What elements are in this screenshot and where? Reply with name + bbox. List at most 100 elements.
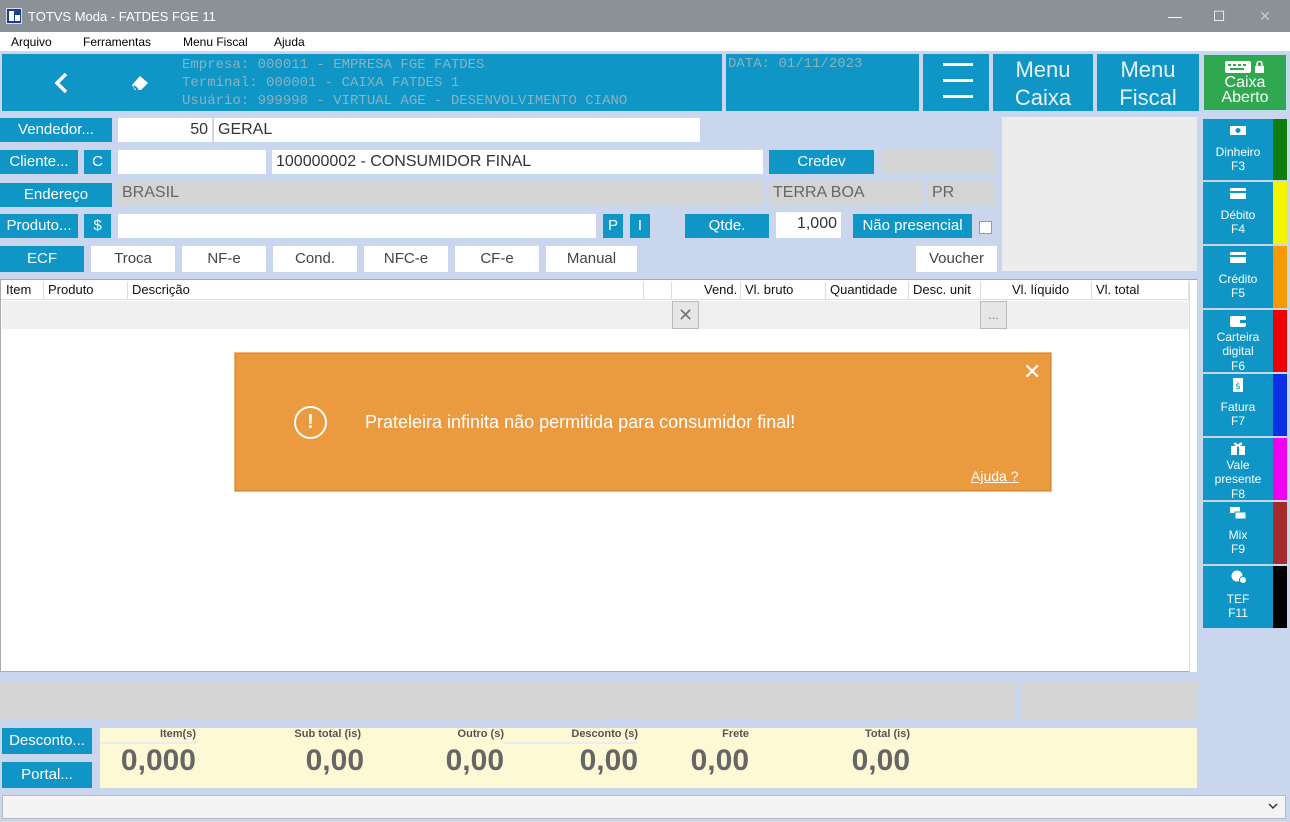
terminal-text: Terminal: 000001 - CAIXA FATDES 1 bbox=[182, 75, 460, 91]
col-vl-liquido[interactable]: Vl. líquido bbox=[1008, 282, 1092, 300]
keyboard-lock-icon bbox=[1225, 60, 1264, 73]
gift-icon bbox=[1231, 442, 1245, 455]
cidade-field: TERRA BOA bbox=[769, 181, 924, 205]
credev-field bbox=[881, 150, 995, 174]
payment-credito-button[interactable]: Crédito F5 bbox=[1203, 246, 1287, 308]
portal-button[interactable]: Portal... bbox=[2, 762, 92, 788]
nao-presencial-button[interactable]: Não presencial bbox=[853, 214, 972, 238]
qtde-button[interactable]: Qtde. bbox=[685, 214, 769, 238]
grid-scrollbar[interactable] bbox=[1189, 280, 1197, 672]
caixa-aberto-button[interactable]: Caixa Aberto bbox=[1203, 54, 1287, 111]
endereco-button[interactable]: Endereço bbox=[0, 183, 112, 207]
tab-nfe[interactable]: NF-e bbox=[182, 246, 266, 272]
bottom-select[interactable] bbox=[2, 795, 1286, 819]
help-link[interactable]: Ajuda ? bbox=[971, 468, 1018, 484]
produto-field[interactable] bbox=[118, 214, 596, 238]
payment-vale-presente-button[interactable]: Vale presente F8 bbox=[1203, 438, 1287, 501]
frete-value: 0,00 bbox=[690, 744, 749, 777]
menu-arquivo[interactable]: Arquivo bbox=[11, 35, 52, 49]
exclamation-circle-icon: ! bbox=[294, 406, 327, 439]
total-value: 0,00 bbox=[851, 744, 910, 777]
p-button[interactable]: P bbox=[603, 214, 623, 238]
total-items-value: 0,000 bbox=[120, 744, 196, 777]
col-desc-unit[interactable]: Desc. unit bbox=[909, 282, 981, 300]
more-options-button[interactable]: ... bbox=[980, 301, 1007, 329]
col-item[interactable]: Item bbox=[2, 282, 44, 300]
menu-button[interactable] bbox=[923, 54, 989, 111]
empresa-info: Empresa: 000011 - EMPRESA FGE FATDES bbox=[182, 57, 485, 73]
menu-fiscal[interactable]: Menu Fiscal bbox=[183, 35, 248, 49]
qtde-field[interactable]: 1,000 bbox=[776, 212, 841, 238]
status-bar-main bbox=[0, 681, 1015, 719]
col-vend[interactable]: Vend. bbox=[700, 282, 741, 300]
total-items-label: Item(s) bbox=[159, 728, 196, 740]
app-icon bbox=[6, 8, 22, 24]
vendedor-name-field[interactable]: GERAL bbox=[214, 118, 700, 142]
i-button[interactable]: I bbox=[630, 214, 650, 238]
menu-bar: Arquivo Ferramentas Menu Fiscal Ajuda bbox=[0, 32, 1290, 52]
col-quantidade[interactable]: Quantidade bbox=[826, 282, 909, 300]
clear-button[interactable] bbox=[120, 54, 162, 111]
outros-label: Outro (s) bbox=[457, 728, 504, 740]
close-icon[interactable]: ✕ bbox=[1023, 359, 1041, 385]
payment-dinheiro-button[interactable]: Dinheiro F3 bbox=[1203, 119, 1287, 180]
col-vl-bruto[interactable]: Vl. bruto bbox=[741, 282, 826, 300]
voucher-button[interactable]: Voucher bbox=[916, 246, 997, 272]
payment-fatura-button[interactable]: $ Fatura F7 bbox=[1203, 374, 1287, 436]
tab-manual[interactable]: Manual bbox=[546, 246, 637, 272]
product-image-panel bbox=[1002, 117, 1197, 271]
cliente-code-field[interactable] bbox=[118, 150, 266, 174]
remove-item-button[interactable]: ✕ bbox=[672, 301, 699, 329]
hamburger-icon bbox=[943, 63, 973, 66]
tab-troca[interactable]: Troca bbox=[91, 246, 175, 272]
title-bar: TOTVS Moda - FATDES FGE 11 — ☐ ✕ bbox=[0, 0, 1290, 32]
error-notification: ✕ ! Prateleira infinita não permitida pa… bbox=[235, 353, 1051, 491]
desconto-button[interactable]: Desconto... bbox=[2, 728, 92, 754]
card-icon bbox=[1230, 188, 1246, 199]
produto-button[interactable]: Produto... bbox=[0, 214, 78, 238]
desconto-total-value: 0,00 bbox=[579, 744, 638, 777]
tef-icon bbox=[1231, 570, 1247, 584]
total-label: Total (is) bbox=[864, 728, 910, 740]
back-button[interactable] bbox=[2, 54, 120, 111]
status-bar-side bbox=[1021, 681, 1197, 719]
close-button[interactable]: ✕ bbox=[1242, 0, 1288, 32]
col-produto[interactable]: Produto bbox=[44, 282, 128, 300]
subtotal-label: Sub total (is) bbox=[294, 728, 361, 740]
cliente-name-field[interactable]: 100000002 - CONSUMIDOR FINAL bbox=[272, 150, 763, 174]
cliente-c-button[interactable]: C bbox=[84, 150, 111, 174]
menu-ajuda[interactable]: Ajuda bbox=[274, 35, 305, 49]
produto-price-button[interactable]: $ bbox=[84, 214, 111, 238]
menu-fiscal-button[interactable]: Menu Fiscal bbox=[1097, 54, 1199, 111]
tab-ecf[interactable]: ECF bbox=[0, 246, 84, 272]
vendedor-button[interactable]: Vendedor... bbox=[0, 118, 112, 142]
vendedor-code-field[interactable]: 50 bbox=[118, 118, 212, 142]
tab-nfce[interactable]: NFC-e bbox=[364, 246, 448, 272]
credev-button[interactable]: Credev bbox=[769, 150, 874, 174]
totals-panel: Item(s) 0,000 Sub total (is) 0,00 Outro … bbox=[100, 728, 1197, 788]
subtotal-value: 0,00 bbox=[305, 744, 364, 777]
date-panel: DATA: 01/11/2023 bbox=[726, 54, 919, 111]
payment-carteira-digital-button[interactable]: Carteira digital F6 bbox=[1203, 310, 1287, 373]
menu-ferramentas[interactable]: Ferramentas bbox=[83, 35, 151, 49]
cliente-button[interactable]: Cliente... bbox=[0, 150, 78, 174]
card-icon bbox=[1230, 252, 1246, 263]
mix-icon bbox=[1230, 507, 1247, 520]
col-descricao[interactable]: Descrição bbox=[128, 282, 644, 300]
menu-caixa-button[interactable]: Menu Caixa bbox=[993, 54, 1093, 111]
tab-cfe[interactable]: CF-e bbox=[455, 246, 539, 272]
nao-presencial-checkbox[interactable] bbox=[979, 221, 992, 234]
grid-header: Item Produto Descrição Vend. Vl. bruto Q… bbox=[1, 280, 1197, 300]
table-row[interactable] bbox=[2, 301, 1190, 329]
terminal-info: Empresa: 000011 - EMPRESA FGE FATDES Ter… bbox=[162, 54, 722, 111]
payment-mix-button[interactable]: Mix F9 bbox=[1203, 502, 1287, 564]
tab-cond[interactable]: Cond. bbox=[273, 246, 357, 272]
payment-tef-button[interactable]: TEF F11 bbox=[1203, 566, 1287, 628]
cash-icon bbox=[1230, 126, 1246, 135]
svg-text:$: $ bbox=[1235, 382, 1241, 392]
col-vl-total[interactable]: Vl. total bbox=[1092, 282, 1189, 300]
invoice-icon: $ bbox=[1233, 378, 1243, 392]
minimize-button[interactable]: — bbox=[1152, 0, 1198, 32]
payment-debito-button[interactable]: Débito F4 bbox=[1203, 182, 1287, 244]
maximize-button[interactable]: ☐ bbox=[1196, 0, 1242, 32]
